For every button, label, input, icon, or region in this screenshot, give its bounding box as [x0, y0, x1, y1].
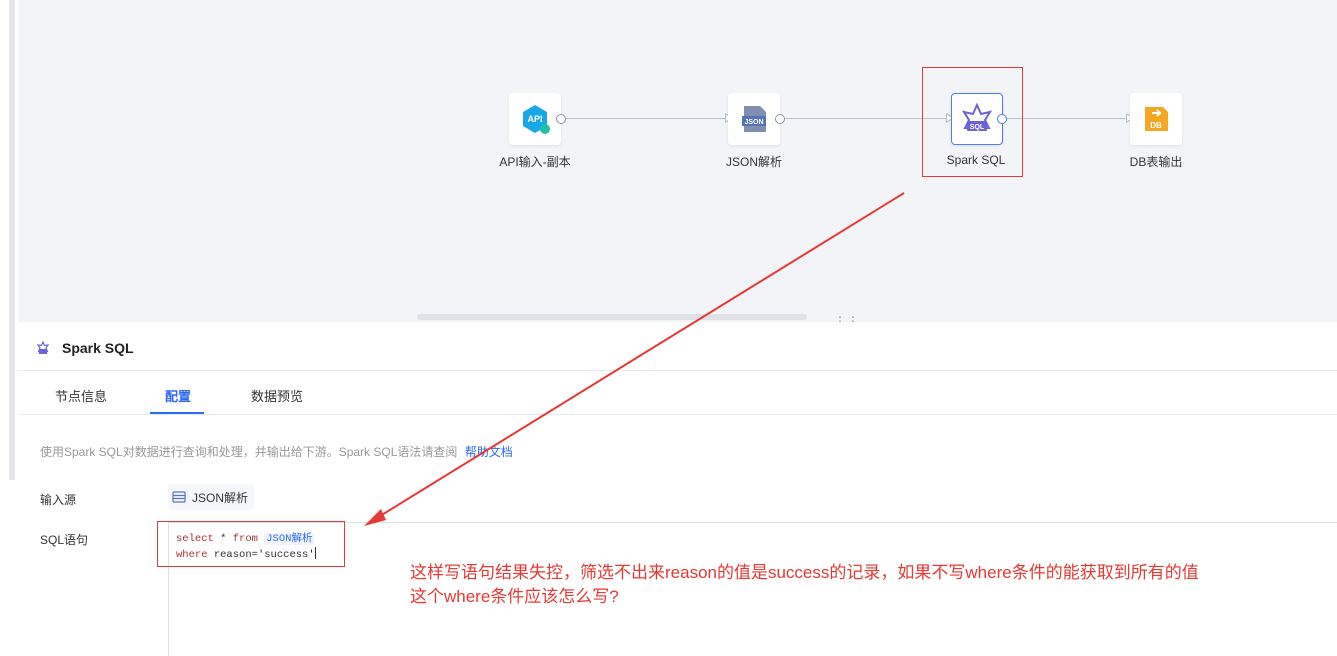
config-description-text: 使用Spark SQL对数据进行查询和处理，并输出给下游。Spark SQL语法…: [40, 445, 458, 459]
input-source-value: JSON解析: [192, 490, 249, 505]
sql-label: SQL语句: [40, 533, 89, 547]
json-badge-text: JSON: [744, 119, 763, 126]
tab-config[interactable]: 配置: [165, 386, 191, 405]
node-db-output[interactable]: DB: [1130, 93, 1182, 145]
annotation-line-1: 这样写语句结果失控，筛选不出来reason的值是success的记录，如果不写w…: [410, 563, 1199, 582]
left-scrollbar-track[interactable]: [9, 0, 15, 480]
port-json-out[interactable]: [775, 114, 785, 124]
input-source-chip[interactable]: JSON解析: [168, 484, 255, 510]
panel-sql-icon: [36, 341, 50, 354]
db-badge-text: DB: [1150, 121, 1162, 130]
panel-title: Spark SQL: [36, 340, 134, 356]
flow-canvas[interactable]: API API输入-副本 JSON JSON解析 SQL Spark SQL D…: [18, 0, 1337, 322]
panel-title-divider: [18, 370, 1337, 371]
canvas-horizontal-scrollbar[interactable]: [417, 314, 807, 320]
tab-data-preview[interactable]: 数据预览: [251, 386, 303, 405]
highlight-box-sql: [157, 521, 345, 567]
db-output-icon: DB: [1145, 107, 1168, 131]
json-file-icon: JSON: [742, 106, 766, 132]
input-source-label: 输入源: [40, 493, 77, 507]
panel-title-text: Spark SQL: [62, 340, 134, 356]
edge-api-json: [565, 118, 728, 119]
config-description: 使用Spark SQL对数据进行查询和处理，并输出给下游。Spark SQL语法…: [40, 443, 513, 460]
node-api-input[interactable]: API: [509, 93, 561, 145]
port-api-out[interactable]: [556, 114, 566, 124]
left-scrollbar[interactable]: [0, 0, 18, 655]
edge-sql-db: [1007, 118, 1125, 119]
api-icon: API: [523, 105, 550, 134]
node-label-json: JSON解析: [725, 155, 782, 169]
highlight-box-node: [922, 67, 1023, 177]
tabs-divider: [18, 414, 1337, 415]
node-json-parse[interactable]: JSON: [728, 93, 780, 145]
node-label-api: API输入-副本: [499, 155, 571, 169]
table-icon: [172, 491, 186, 503]
node-label-db: DB表输出: [1129, 155, 1183, 169]
annotation-question: 这样写语句结果失控，筛选不出来reason的值是success的记录，如果不写w…: [410, 561, 1310, 609]
node-config-panel: Spark SQL 节点信息 配置 数据预览 使用Spark SQL对数据进行查…: [18, 322, 1337, 656]
annotation-line-2: 这个where条件应该怎么写?: [410, 587, 619, 606]
help-doc-link[interactable]: 帮助文档: [465, 445, 513, 459]
tab-node-info[interactable]: 节点信息: [55, 386, 107, 405]
api-badge-text: API: [527, 114, 542, 124]
